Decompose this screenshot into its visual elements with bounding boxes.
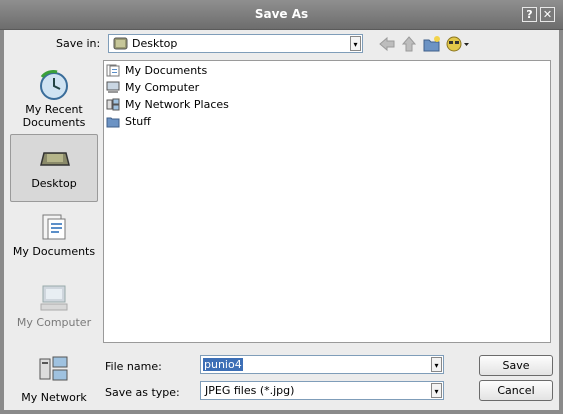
chevron-down-icon[interactable]: ▾ — [350, 36, 361, 51]
my-computer-icon — [37, 282, 71, 314]
save-button[interactable]: Save — [479, 355, 553, 376]
desktop-icon — [113, 37, 128, 50]
file-name-label: File name: — [105, 360, 162, 373]
place-my-documents[interactable]: My Documents — [10, 205, 98, 273]
my-network-icon — [37, 353, 71, 385]
save-as-dialog: Save As ? ✕ Save in: Desktop ▾ My Recent… — [0, 0, 563, 414]
recent-documents-icon — [37, 69, 71, 101]
help-button[interactable]: ? — [522, 7, 537, 22]
up-folder-icon[interactable] — [400, 35, 418, 53]
place-label: My Network — [21, 391, 87, 404]
file-name: My Computer — [125, 81, 200, 94]
save-in-label: Save in: — [56, 37, 101, 50]
place-my-recent-documents[interactable]: My Recent Documents — [10, 63, 98, 131]
views-menu-icon[interactable] — [446, 35, 470, 53]
save-as-type-dropdown[interactable]: JPEG files (*.jpg) ▾ — [200, 381, 444, 400]
file-list[interactable]: My Documents My Computer My Network Plac… — [103, 60, 551, 343]
save-as-type-value: JPEG files (*.jpg) — [205, 384, 295, 397]
place-label: Desktop — [31, 177, 77, 190]
place-label: My Computer — [16, 316, 92, 329]
places-bar: My Recent Documents Desktop My Documents… — [10, 58, 98, 406]
chevron-down-icon[interactable]: ▾ — [431, 357, 442, 372]
my-computer-icon — [106, 81, 120, 94]
place-my-computer[interactable]: My Computer — [10, 276, 98, 344]
dialog-body: Save in: Desktop ▾ My Recent Documents D… — [4, 30, 559, 410]
file-name: My Network Places — [125, 98, 229, 111]
title-bar[interactable]: Save As ? ✕ — [0, 0, 563, 30]
close-button[interactable]: ✕ — [540, 7, 555, 22]
desktop-icon — [38, 141, 72, 173]
my-documents-icon — [37, 211, 71, 243]
new-folder-icon[interactable] — [423, 35, 441, 53]
save-in-dropdown[interactable]: Desktop ▾ — [108, 34, 363, 53]
place-label: My Documents — [12, 245, 96, 258]
save-in-value: Desktop — [132, 37, 178, 50]
folder-icon — [106, 115, 120, 128]
back-icon[interactable] — [378, 35, 396, 53]
place-my-network[interactable]: My Network — [10, 347, 98, 415]
file-name-field[interactable]: punio4 ▾ — [200, 355, 444, 374]
place-label: My Recent Documents — [22, 103, 86, 129]
network-places-icon — [106, 98, 120, 111]
cancel-button[interactable]: Cancel — [479, 380, 553, 401]
save-as-type-label: Save as type: — [105, 386, 180, 399]
my-documents-icon — [106, 64, 120, 77]
dialog-title: Save As — [254, 7, 309, 21]
file-name-input[interactable]: punio4 — [203, 358, 243, 371]
place-desktop[interactable]: Desktop — [10, 134, 98, 202]
file-name: Stuff — [125, 115, 151, 128]
chevron-down-icon[interactable]: ▾ — [431, 383, 442, 398]
file-name: My Documents — [125, 64, 208, 77]
